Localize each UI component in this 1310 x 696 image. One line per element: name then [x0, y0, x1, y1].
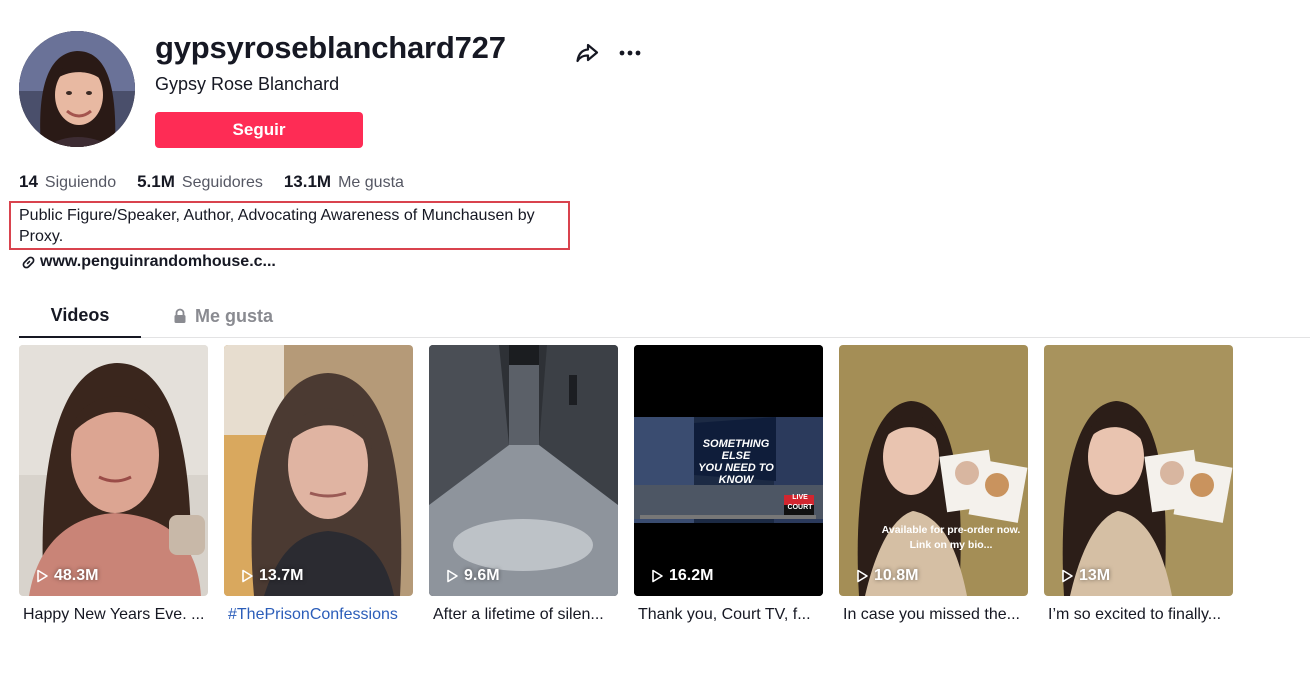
profile-bio: Public Figure/Speaker, Author, Advocatin… — [19, 207, 535, 245]
video-thumbnail[interactable]: 48.3M — [19, 345, 208, 596]
profile-stats: 14 Siguiendo 5.1M Seguidores 13.1M Me gu… — [19, 171, 425, 194]
stat-following[interactable]: 14 Siguiendo — [19, 171, 116, 194]
video-overlay-live: LIVE COURT — [786, 493, 814, 513]
profile-link-text: www.penguinrandomhouse.c... — [40, 253, 276, 270]
avatar-image — [19, 31, 135, 147]
video-overlay-line: SOMETHING ELSE — [702, 438, 770, 462]
profile-nickname: Gypsy Rose Blanchard — [155, 74, 340, 94]
video-view-count-text: 48.3M — [54, 567, 99, 584]
live-badge: LIVE — [792, 494, 808, 501]
video-view-count: 48.3M — [35, 567, 98, 585]
video-caption[interactable]: Thank you, Court TV, f... — [634, 605, 821, 625]
tab-liked[interactable]: Me gusta — [173, 296, 295, 336]
video-view-count-text: 13.7M — [259, 567, 304, 584]
lock-icon — [174, 308, 186, 323]
video-overlay-line: Link on my bio... — [909, 539, 993, 551]
video-thumbnail-image — [19, 345, 208, 596]
video-overlay-line: YOU NEED TO KNOW — [698, 462, 774, 486]
video-thumbnail-image — [1044, 345, 1233, 596]
tab-videos[interactable]: Videos — [19, 296, 141, 338]
stat-likes-count: 13.1M — [283, 172, 332, 191]
video-view-count: 16.2M — [650, 567, 713, 585]
video-view-count-text: 13M — [1079, 567, 1111, 584]
video-view-count-text: 10.8M — [874, 567, 919, 584]
follow-button[interactable]: Seguir — [155, 112, 363, 148]
video-card[interactable]: SOMETHING ELSE YOU NEED TO KNOW LIVE COU… — [634, 345, 823, 625]
video-card[interactable]: Available for pre-order now. Link on my … — [839, 345, 1028, 625]
more-options-icon[interactable] — [616, 40, 644, 66]
stat-followers[interactable]: 5.1M Seguidores — [137, 171, 263, 194]
video-thumbnail[interactable]: SOMETHING ELSE YOU NEED TO KNOW LIVE COU… — [634, 345, 823, 596]
video-caption[interactable]: In case you missed the... — [839, 605, 1026, 625]
video-overlay-line: Available for pre-order now. — [881, 524, 1021, 536]
video-card[interactable]: 13M I’m so excited to finally... — [1044, 345, 1233, 625]
play-icon — [1062, 569, 1073, 583]
video-caption[interactable]: I’m so excited to finally... — [1044, 605, 1231, 625]
video-view-count: 13.7M — [240, 567, 303, 585]
video-view-count-text: 9.6M — [464, 567, 500, 584]
court-badge: COURT — [787, 504, 813, 511]
stat-followers-label: Seguidores — [181, 174, 263, 191]
share-icon[interactable] — [574, 40, 600, 66]
tab-liked-label: Me gusta — [195, 306, 274, 326]
profile-link[interactable]: www.penguinrandomhouse.c... — [21, 253, 276, 271]
video-caption-hashtag[interactable]: #ThePrisonConfessions — [224, 605, 411, 625]
video-card[interactable]: 9.6M After a lifetime of silen... — [429, 345, 618, 625]
play-icon — [242, 569, 253, 583]
video-caption[interactable]: After a lifetime of silen... — [429, 605, 616, 625]
stat-followers-count: 5.1M — [137, 172, 175, 191]
video-thumbnail[interactable]: 9.6M — [429, 345, 618, 596]
video-view-count-text: 16.2M — [669, 567, 714, 584]
video-thumbnail-image — [429, 345, 618, 596]
stat-likes: 13.1M Me gusta — [284, 171, 404, 194]
video-thumbnail[interactable]: 13.7M — [224, 345, 413, 596]
play-icon — [652, 569, 663, 583]
stat-following-count: 14 — [19, 172, 38, 191]
profile-tabs: Videos Me gusta — [19, 296, 1310, 338]
profile-username: gypsyroseblanchard727 — [155, 30, 506, 65]
video-card[interactable]: 13.7M #ThePrisonConfessions — [224, 345, 413, 625]
video-thumbnail[interactable]: Available for pre-order now. Link on my … — [839, 345, 1028, 596]
video-view-count: 13M — [1060, 567, 1110, 585]
stat-following-label: Siguiendo — [44, 174, 117, 191]
video-overlay-title: SOMETHING ELSE YOU NEED TO KNOW — [692, 438, 780, 486]
video-thumbnail-image — [224, 345, 413, 596]
stat-likes-label: Me gusta — [338, 174, 404, 191]
play-icon — [857, 569, 868, 583]
video-view-count: 10.8M — [855, 567, 918, 585]
play-icon — [447, 569, 458, 583]
video-caption[interactable]: Happy New Years Eve. ... — [19, 605, 206, 625]
profile-avatar — [19, 31, 135, 147]
video-thumbnail[interactable]: 13M — [1044, 345, 1233, 596]
video-card[interactable]: 48.3M Happy New Years Eve. ... — [19, 345, 208, 625]
video-overlay-caption: Available for pre-order now. Link on my … — [877, 523, 1025, 553]
video-thumbnail-image — [839, 345, 1028, 596]
play-icon — [37, 569, 48, 583]
video-view-count: 9.6M — [445, 567, 500, 585]
link-icon — [22, 256, 35, 268]
